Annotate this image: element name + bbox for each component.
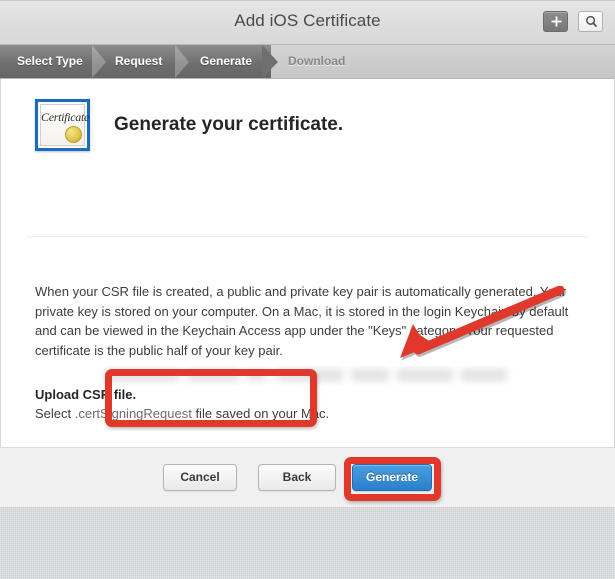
search-icon [579, 12, 602, 31]
redacted-text-line [101, 366, 521, 385]
upload-subtitle-extension: .certSigningRequest [74, 406, 192, 421]
title-bar-top-edge [0, 0, 615, 1]
upload-subtitle-prefix: Select [35, 406, 75, 421]
wizard-step-download: Download [288, 54, 346, 68]
search-button[interactable] [578, 11, 603, 32]
wizard-step-select-type[interactable]: Select Type [17, 54, 83, 68]
upload-section-title: Upload CSR file. [35, 387, 137, 402]
upload-section-subtitle: Select .certSigningRequest file saved on… [35, 406, 329, 421]
cancel-button[interactable]: Cancel [163, 464, 237, 491]
wizard-step-generate[interactable]: Generate [200, 54, 252, 68]
dialog-title-bar: Add iOS Certificate [0, 0, 615, 45]
description-paragraph: When your CSR file is created, a public … [35, 284, 569, 358]
certificate-icon-label: Certificate [41, 110, 90, 124]
plus-icon [544, 12, 567, 31]
certificate-icon: Certificate [35, 99, 90, 151]
dialog-body: Certificate Generate your certificate. W… [0, 79, 615, 502]
wizard-step-request[interactable]: Request [115, 54, 162, 68]
generate-button[interactable]: Generate [352, 464, 432, 491]
heading-row: Certificate Generate your certificate. [35, 99, 343, 151]
wizard-current-chevron-tip [262, 45, 278, 78]
upload-subtitle-suffix: file saved on your Mac. [191, 406, 330, 421]
heading-divider [27, 236, 588, 237]
add-button[interactable] [543, 11, 568, 32]
add-ios-certificate-dialog: Add iOS Certificate Select Type Request … [0, 0, 615, 507]
certificate-seal-icon [65, 126, 82, 143]
dialog-footer: Cancel Back Generate [0, 447, 615, 507]
wizard-breadcrumb: Select Type Request Generate Download [0, 45, 615, 79]
section-heading: Generate your certificate. [114, 114, 344, 135]
wizard-separator-2 [175, 45, 189, 78]
wizard-separator-1 [92, 45, 106, 78]
page-title: Add iOS Certificate [234, 11, 381, 30]
back-button[interactable]: Back [258, 464, 336, 491]
